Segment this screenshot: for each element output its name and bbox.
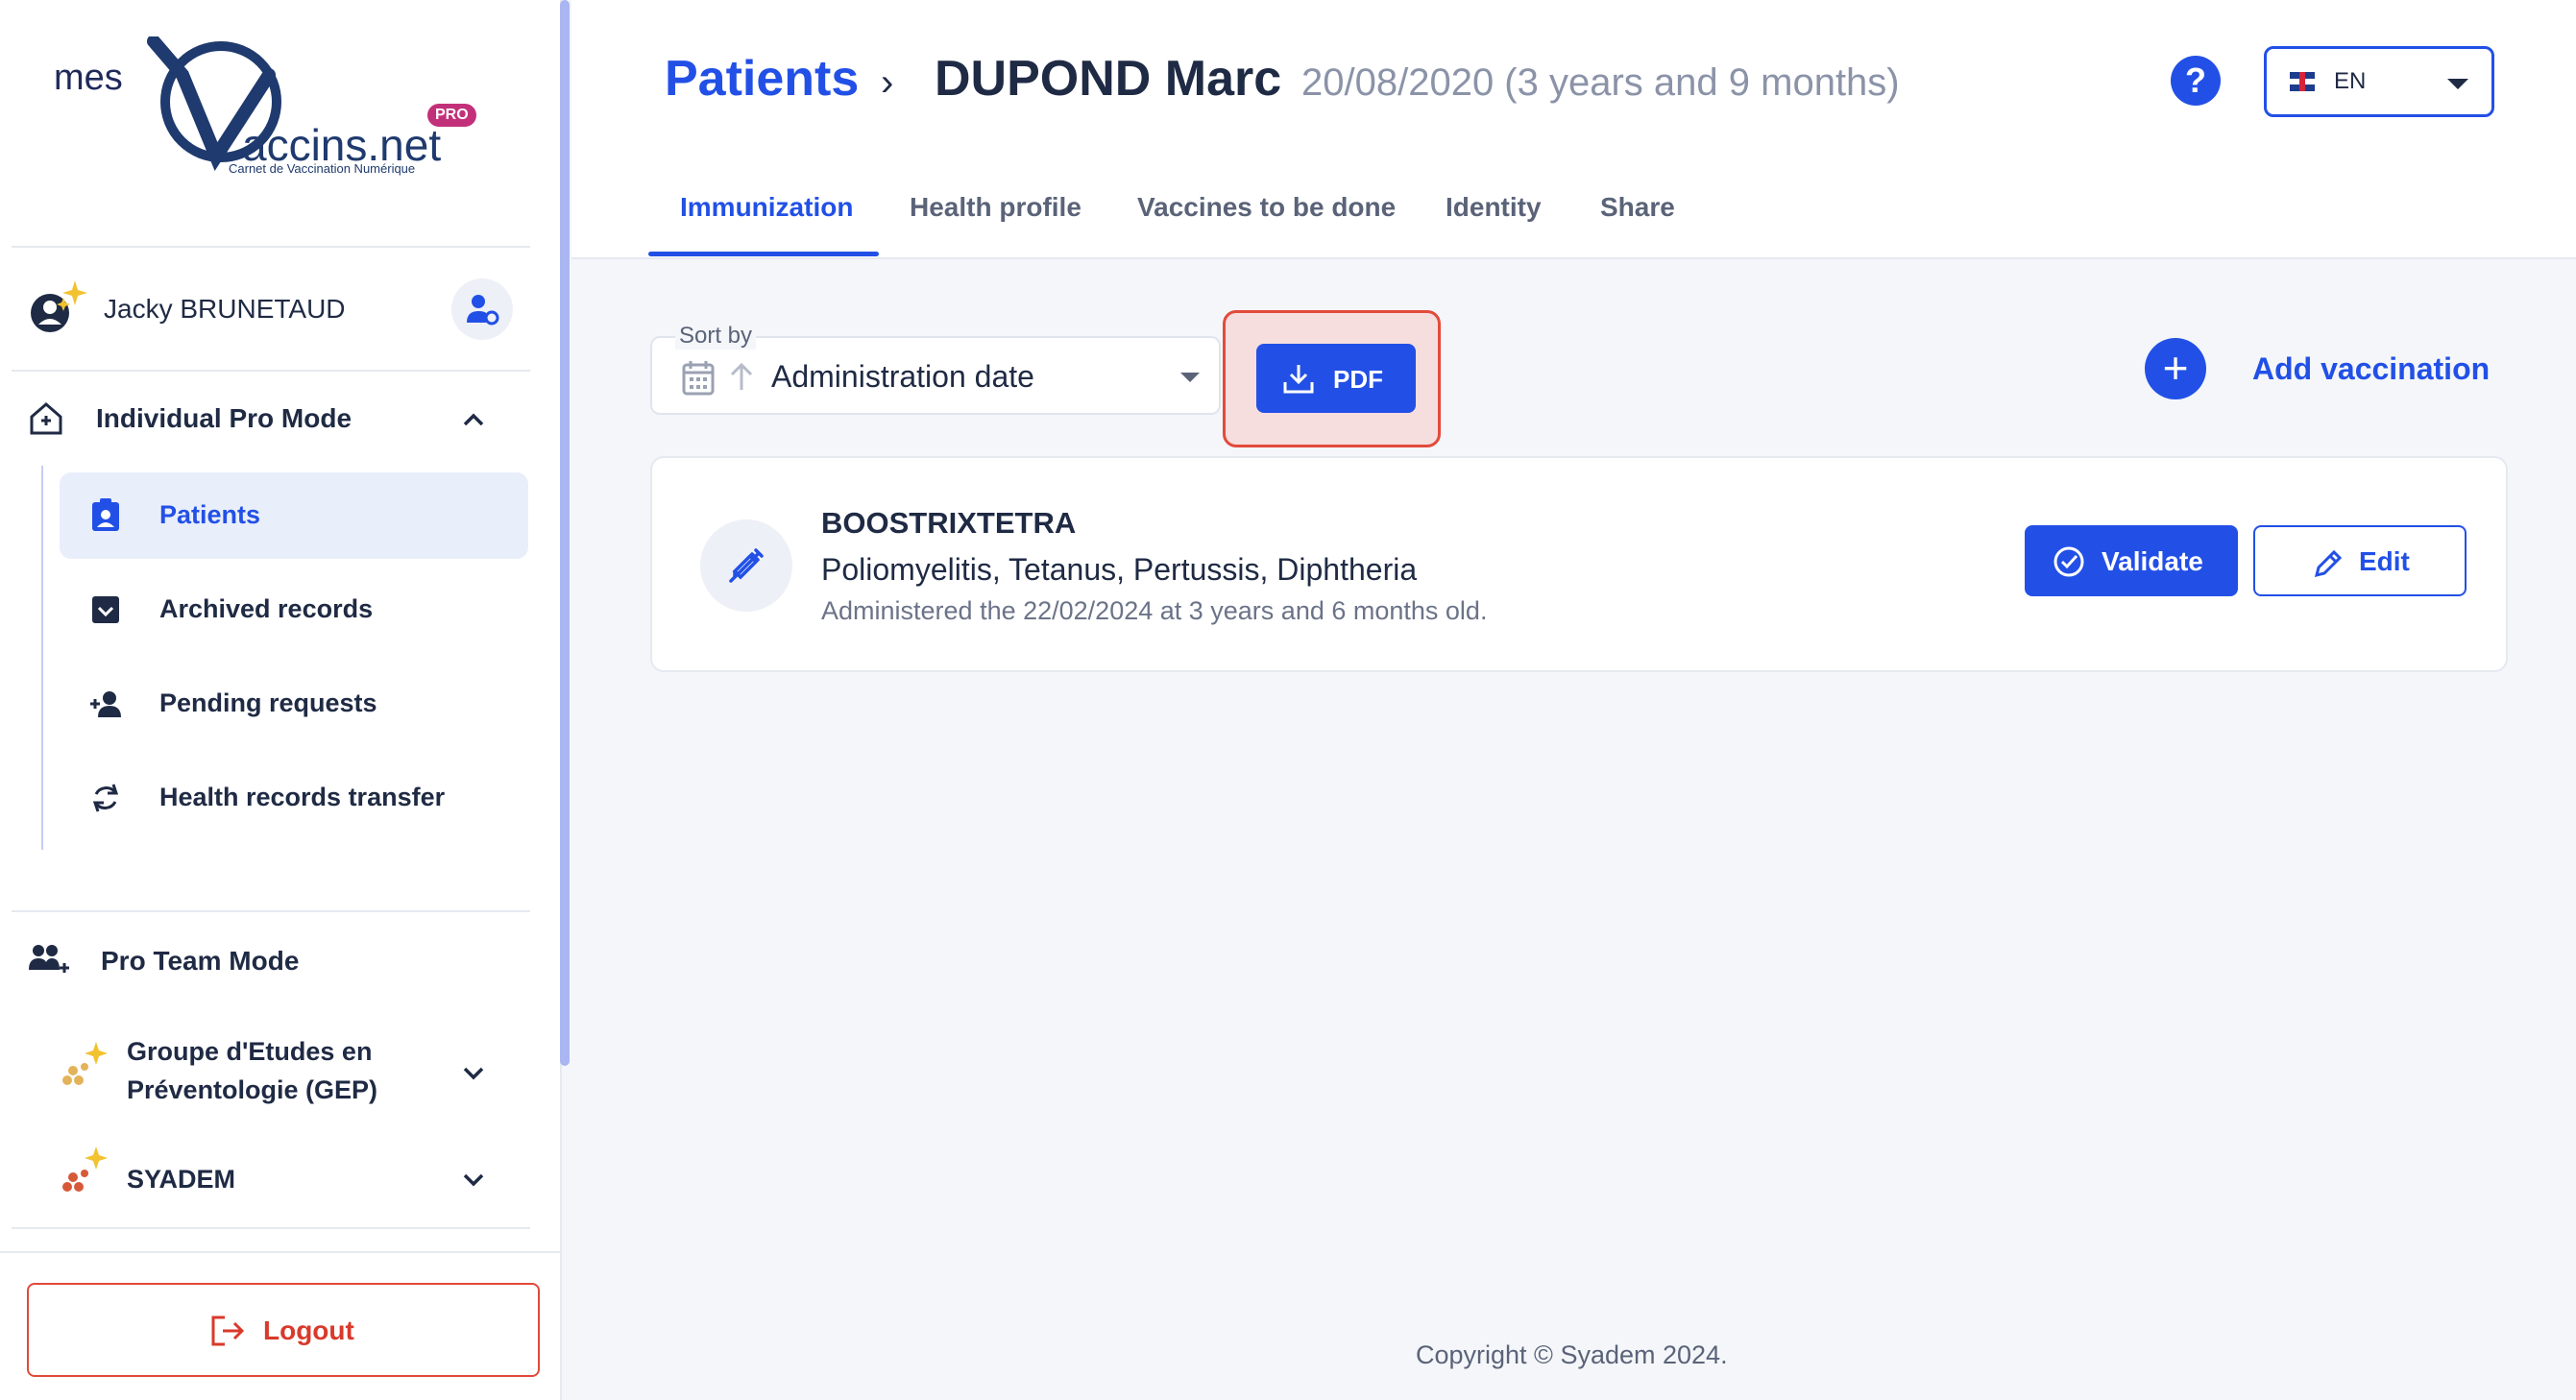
sidebar-item-archived-records[interactable]: Archived records: [60, 567, 528, 653]
user-settings-icon: [467, 295, 499, 326]
divider: [0, 1251, 560, 1253]
vaccine-diseases: Poliomyelitis, Tetanus, Pertussis, Dipht…: [821, 552, 1418, 587]
logout-label: Logout: [263, 1316, 354, 1345]
divider: [12, 910, 530, 912]
validate-label: Validate: [2102, 546, 2203, 576]
syringe-badge: [700, 519, 792, 612]
tab-share[interactable]: Share: [1600, 192, 1675, 223]
logout-icon: [211, 1316, 245, 1346]
sidebar-item-label: Health records transfer: [159, 783, 446, 811]
add-vaccination-icon[interactable]: +: [2145, 338, 2206, 399]
sort-label: Sort by: [675, 323, 757, 350]
sidebar-item-label: Pending requests: [159, 688, 377, 717]
chevron-up-icon[interactable]: [459, 405, 488, 434]
sort-ascending-icon[interactable]: [729, 361, 754, 392]
tab-immunization[interactable]: Immunization: [680, 192, 853, 223]
add-vaccination-button[interactable]: Add vaccination: [2252, 351, 2490, 387]
divider: [12, 370, 530, 372]
download-icon: [1283, 365, 1314, 394]
logo-prefix: mes: [54, 58, 123, 98]
sidebar: mes accins.net Carnet de Vaccination Num…: [0, 0, 562, 1400]
edit-label: Edit: [2359, 546, 2410, 576]
caret-down-icon: [2447, 79, 2468, 89]
sidebar-item-pending-requests[interactable]: Pending requests: [60, 661, 528, 747]
user-settings-button[interactable]: [451, 278, 513, 340]
add-person-icon: [90, 691, 121, 717]
user-name: Jacky BRUNETAUD: [104, 294, 346, 324]
team-icon: [29, 945, 69, 973]
language-select[interactable]: EN: [2264, 46, 2494, 117]
breadcrumb-patients-link[interactable]: Patients: [665, 50, 859, 108]
breadcrumb-separator: ›: [881, 61, 894, 104]
vaccine-name: BOOSTRIXTETRA: [821, 506, 1077, 540]
home-icon: [30, 402, 62, 435]
individual-mode-title: Individual Pro Mode: [96, 403, 352, 433]
uk-flag-icon: [2290, 72, 2315, 91]
syringe-icon: [729, 548, 764, 583]
logo[interactable]: mes accins.net Carnet de Vaccination Num…: [48, 36, 490, 190]
chevron-down-icon[interactable]: [459, 1165, 488, 1194]
tab-identity[interactable]: Identity: [1446, 192, 1542, 223]
patient-birth-info: 20/08/2020 (3 years and 9 months): [1301, 61, 1900, 104]
logout-button[interactable]: Logout: [27, 1283, 540, 1377]
vaccine-administration-info: Administered the 22/02/2024 at 3 years a…: [821, 596, 1488, 625]
team-mode-title: Pro Team Mode: [101, 946, 300, 976]
team-syadem-icon: [62, 1147, 108, 1192]
edit-button[interactable]: Edit: [2253, 525, 2467, 596]
caret-down-icon: [1180, 373, 1200, 382]
calendar-icon: [682, 361, 715, 396]
pencil-icon: [2314, 549, 2343, 578]
vaccination-card: BOOSTRIXTETRA Poliomyelitis, Tetanus, Pe…: [650, 456, 2508, 672]
team-gep-label-line2: Préventologie (GEP): [127, 1075, 378, 1104]
archive-icon: [92, 596, 119, 623]
sort-select[interactable]: Sort by Administration date: [650, 323, 1221, 415]
sidebar-item-label: Patients: [159, 500, 261, 529]
pro-badge: PRO: [427, 104, 476, 127]
sidebar-item-patients[interactable]: Patients: [60, 472, 528, 559]
language-code: EN: [2334, 68, 2367, 94]
tab-vaccines-to-be-done[interactable]: Vaccines to be done: [1137, 192, 1396, 223]
team-gep-label-line1: Groupe d'Etudes en: [127, 1037, 373, 1066]
team-gep-icon: [62, 1042, 108, 1085]
pdf-label: PDF: [1333, 365, 1383, 394]
footer-copyright: Copyright © Syadem 2024.: [1416, 1340, 1728, 1369]
nav-indent-line: [41, 466, 43, 850]
divider: [12, 246, 530, 248]
validate-button[interactable]: Validate: [2025, 525, 2238, 596]
team-syadem-label: SYADEM: [127, 1165, 236, 1194]
help-button[interactable]: ?: [2171, 56, 2221, 106]
sidebar-item-health-records-transfer[interactable]: Health records transfer: [60, 755, 528, 841]
patient-name: DUPOND Marc: [935, 51, 1282, 107]
sidebar-scrollbar[interactable]: [560, 0, 570, 1066]
sort-value: Administration date: [771, 359, 1034, 394]
header: Patients › DUPOND Marc 20/08/2020 (3 yea…: [571, 0, 2576, 259]
sync-icon: [92, 784, 119, 812]
tab-health-profile[interactable]: Health profile: [910, 192, 1081, 223]
check-circle-icon: [2054, 546, 2084, 577]
team-item-syadem[interactable]: SYADEM: [27, 1143, 526, 1210]
divider: [12, 1227, 530, 1229]
user-avatar-icon: [31, 280, 87, 332]
user-row: Jacky BRUNETAUD: [27, 269, 517, 346]
patients-icon: [92, 498, 119, 531]
chevron-down-icon[interactable]: [459, 1058, 488, 1087]
sidebar-item-label: Archived records: [159, 594, 374, 623]
pdf-export-button[interactable]: PDF: [1256, 344, 1416, 413]
team-item-gep[interactable]: Groupe d'Etudes en Préventologie (GEP): [27, 1032, 526, 1119]
logo-tagline: Carnet de Vaccination Numérique: [229, 161, 416, 176]
active-tab-indicator: [648, 252, 879, 256]
